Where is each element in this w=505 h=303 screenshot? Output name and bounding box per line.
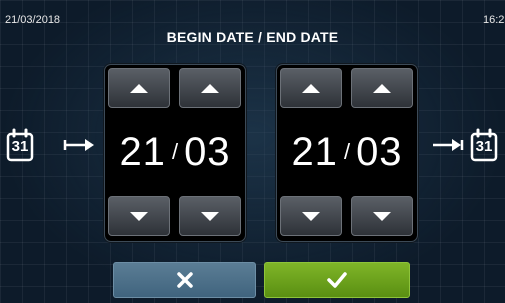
begin-month-value: 03 — [184, 129, 231, 174]
page-title: BEGIN DATE / END DATE — [166, 29, 339, 45]
triangle-up-icon — [302, 83, 320, 93]
end-calendar-number: 31 — [475, 138, 493, 155]
end-calendar-icon: 31 — [470, 128, 498, 162]
end-day-value: 21 — [291, 129, 338, 174]
end-date-picker: 21 / 03 — [276, 64, 418, 242]
begin-day-decrement-button[interactable] — [108, 196, 170, 236]
end-month-value: 03 — [356, 129, 403, 174]
end-day-increment-button[interactable] — [280, 68, 342, 108]
begin-date-separator: / — [171, 139, 179, 164]
triangle-up-icon — [201, 83, 219, 93]
begin-month-decrement-button[interactable] — [179, 196, 241, 236]
end-day-decrement-button[interactable] — [280, 196, 342, 236]
begin-arrow-icon — [63, 137, 95, 158]
end-date-separator: / — [343, 139, 351, 164]
begin-date-picker: 21 / 03 — [104, 64, 246, 242]
begin-calendar-icon: 31 — [6, 128, 34, 162]
current-date: 21/03/2018 — [5, 14, 61, 26]
cancel-button[interactable] — [113, 262, 256, 298]
triangle-down-icon — [201, 211, 219, 221]
current-time: 16:23 — [483, 14, 505, 26]
triangle-down-icon — [130, 211, 148, 221]
end-arrow-icon — [432, 137, 464, 158]
triangle-down-icon — [373, 211, 391, 221]
end-date-readout: 21 / 03 — [277, 127, 417, 177]
close-icon — [176, 272, 193, 288]
begin-day-increment-button[interactable] — [108, 68, 170, 108]
check-icon — [327, 272, 347, 288]
begin-month-increment-button[interactable] — [179, 68, 241, 108]
end-month-decrement-button[interactable] — [351, 196, 413, 236]
triangle-down-icon — [302, 211, 320, 221]
triangle-up-icon — [373, 83, 391, 93]
begin-calendar-number: 31 — [11, 138, 29, 155]
confirm-button[interactable] — [264, 262, 410, 298]
triangle-up-icon — [130, 83, 148, 93]
end-month-increment-button[interactable] — [351, 68, 413, 108]
begin-day-value: 21 — [119, 129, 166, 174]
begin-date-readout: 21 / 03 — [105, 127, 245, 177]
